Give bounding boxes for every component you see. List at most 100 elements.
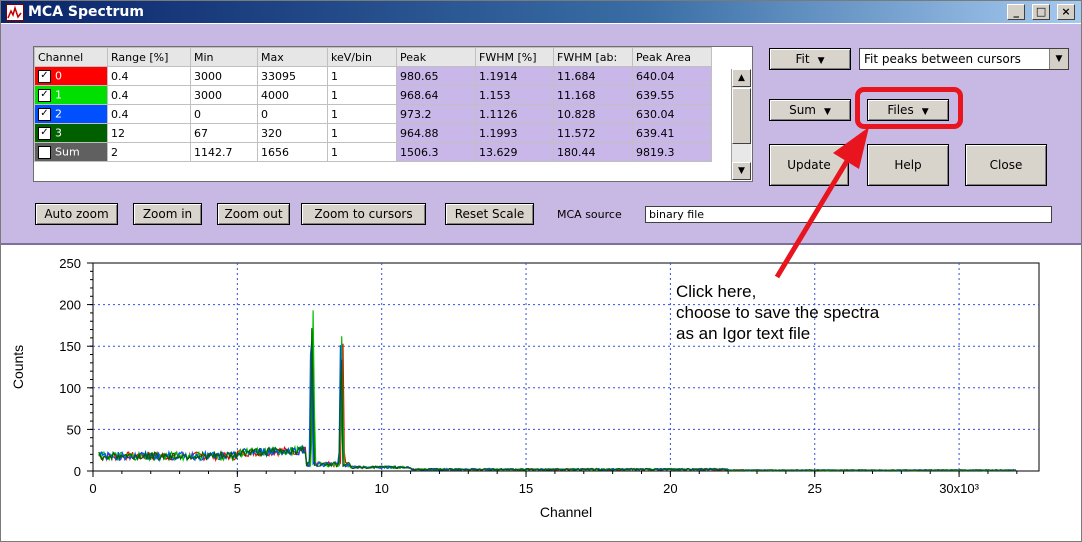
min-cell[interactable]: 3000 <box>190 85 258 105</box>
zoom-out-button[interactable]: Zoom out <box>217 203 290 225</box>
channel-cell[interactable]: ✓ 1 <box>34 85 108 105</box>
y-tick-label: 100 <box>59 381 81 396</box>
y-tick-label: 0 <box>74 464 81 479</box>
col-header: Min <box>190 47 258 67</box>
annotation-line: as an Igor text file <box>676 324 811 343</box>
peak-cell: 968.64 <box>396 85 476 105</box>
x-tick-label: 30x10³ <box>939 481 979 496</box>
chevron-down-icon: ▼ <box>1049 49 1068 69</box>
sum-label: Sum <box>789 103 816 117</box>
fwhm-abs-cell: 11.572 <box>553 123 633 143</box>
fit-mode-select[interactable]: Fit peaks between cursors ▼ <box>859 48 1069 70</box>
x-tick-label: 25 <box>808 481 822 496</box>
peak-cell: 964.88 <box>396 123 476 143</box>
table-row[interactable]: ✓ 0 0.4 3000 33095 1 980.65 1.1914 11.684 640.04 <box>34 66 712 86</box>
zoom-in-button[interactable]: Zoom in <box>133 203 202 225</box>
channel-table: Channel Range [%] Min Max keV/bin Peak F… <box>33 46 753 182</box>
close-button[interactable]: Close <box>965 144 1047 186</box>
max-cell[interactable]: 4000 <box>257 85 328 105</box>
kev-cell[interactable]: 1 <box>327 85 397 105</box>
channel-cell[interactable]: Sum <box>34 142 108 162</box>
channel-checkbox[interactable] <box>38 145 51 159</box>
zoom-to-cursors-button[interactable]: Zoom to cursors <box>301 203 426 225</box>
mca-source-field[interactable]: binary file <box>645 206 1052 223</box>
sum-button[interactable]: Sum ▼ <box>769 99 851 121</box>
table-row[interactable]: ✓ 1 0.4 3000 4000 1 968.64 1.153 11.168 639.55 <box>34 85 712 105</box>
fwhm-abs-cell: 11.168 <box>553 85 633 105</box>
col-header: FWHM [%] <box>475 47 554 67</box>
table-row[interactable]: ✓ 3 12 67 320 1 964.88 1.1993 11.572 639.41 <box>34 123 712 143</box>
area-cell: 640.04 <box>632 66 712 86</box>
y-tick-label: 250 <box>59 256 81 271</box>
fwhm-pct-cell: 13.629 <box>475 142 554 162</box>
channel-checkbox[interactable]: ✓ <box>38 69 51 83</box>
range-cell[interactable]: 12 <box>107 123 191 143</box>
annotation-line: choose to save the spectra <box>676 303 880 322</box>
x-tick-label: 0 <box>89 481 96 496</box>
x-tick-label: 20 <box>663 481 677 496</box>
min-cell[interactable]: 1142.7 <box>190 142 258 162</box>
peak-cell: 980.65 <box>396 66 476 86</box>
channel-label: 0 <box>55 69 62 83</box>
peak-cell: 1506.3 <box>396 142 476 162</box>
auto-zoom-button[interactable]: Auto zoom <box>35 203 118 225</box>
annotation-line: Click here, <box>676 282 757 301</box>
max-cell[interactable]: 1656 <box>257 142 328 162</box>
scroll-thumb[interactable] <box>732 88 751 144</box>
channel-checkbox[interactable]: ✓ <box>38 126 51 140</box>
kev-cell[interactable]: 1 <box>327 142 397 162</box>
minimize-button[interactable]: _ <box>1007 4 1026 20</box>
fwhm-pct-cell: 1.1126 <box>475 104 554 124</box>
channel-label: 2 <box>55 107 62 121</box>
fit-button[interactable]: Fit ▼ <box>769 48 851 70</box>
kev-cell[interactable]: 1 <box>327 66 397 86</box>
reset-scale-button[interactable]: Reset Scale <box>445 203 534 225</box>
y-axis-label: Counts <box>10 345 26 389</box>
channel-cell[interactable]: ✓ 2 <box>34 104 108 124</box>
update-button[interactable]: Update <box>769 144 849 186</box>
table-scrollbar[interactable]: ▲ ▼ <box>731 69 751 180</box>
area-cell: 639.41 <box>632 123 712 143</box>
col-header: keV/bin <box>327 47 397 67</box>
range-cell[interactable]: 0.4 <box>107 104 191 124</box>
range-cell[interactable]: 0.4 <box>107 85 191 105</box>
chevron-down-icon: ▼ <box>824 107 831 117</box>
scroll-down-icon[interactable]: ▼ <box>732 162 751 180</box>
maximize-button[interactable]: □ <box>1032 4 1051 20</box>
col-header: Peak <box>396 47 476 67</box>
channel-cell[interactable]: ✓ 0 <box>34 66 108 86</box>
fit-mode-value: Fit peaks between cursors <box>864 52 1021 66</box>
table-row[interactable]: ✓ 2 0.4 0 0 1 973.2 1.1126 10.828 630.04 <box>34 104 712 124</box>
min-cell[interactable]: 67 <box>190 123 258 143</box>
min-cell[interactable]: 3000 <box>190 66 258 86</box>
spectrum-plot[interactable]: 0 5 10 15 20 25 30x10³ 0 50 100 150 200 250 Channel Co… <box>1 245 1081 541</box>
scroll-up-icon[interactable]: ▲ <box>732 69 751 87</box>
channel-checkbox[interactable]: ✓ <box>38 88 51 102</box>
fwhm-abs-cell: 11.684 <box>553 66 633 86</box>
help-button[interactable]: Help <box>867 144 949 186</box>
table-row[interactable]: Sum 2 1142.7 1656 1 1506.3 13.629 180.44 9819.3 <box>34 142 712 162</box>
channel-cell[interactable]: ✓ 3 <box>34 123 108 143</box>
area-cell: 630.04 <box>632 104 712 124</box>
max-cell[interactable]: 33095 <box>257 66 328 86</box>
max-cell[interactable]: 320 <box>257 123 328 143</box>
range-cell[interactable]: 2 <box>107 142 191 162</box>
close-window-button[interactable]: × <box>1057 4 1075 20</box>
range-cell[interactable]: 0.4 <box>107 66 191 86</box>
channel-label: Sum <box>55 145 80 159</box>
control-panel: Channel Range [%] Min Max keV/bin Peak F… <box>1 24 1081 245</box>
max-cell[interactable]: 0 <box>257 104 328 124</box>
col-header: Max <box>257 47 328 67</box>
kev-cell[interactable]: 1 <box>327 104 397 124</box>
annotation-text: Click here, choose to save the spectra a… <box>676 281 879 344</box>
fwhm-abs-cell: 180.44 <box>553 142 633 162</box>
title-bar[interactable]: MCA Spectrum _ □ × <box>1 1 1081 23</box>
fwhm-pct-cell: 1.153 <box>475 85 554 105</box>
fwhm-pct-cell: 1.1993 <box>475 123 554 143</box>
fwhm-abs-cell: 10.828 <box>553 104 633 124</box>
min-cell[interactable]: 0 <box>190 104 258 124</box>
peak-cell: 973.2 <box>396 104 476 124</box>
plot-frame <box>92 262 1040 472</box>
channel-checkbox[interactable]: ✓ <box>38 107 51 121</box>
kev-cell[interactable]: 1 <box>327 123 397 143</box>
